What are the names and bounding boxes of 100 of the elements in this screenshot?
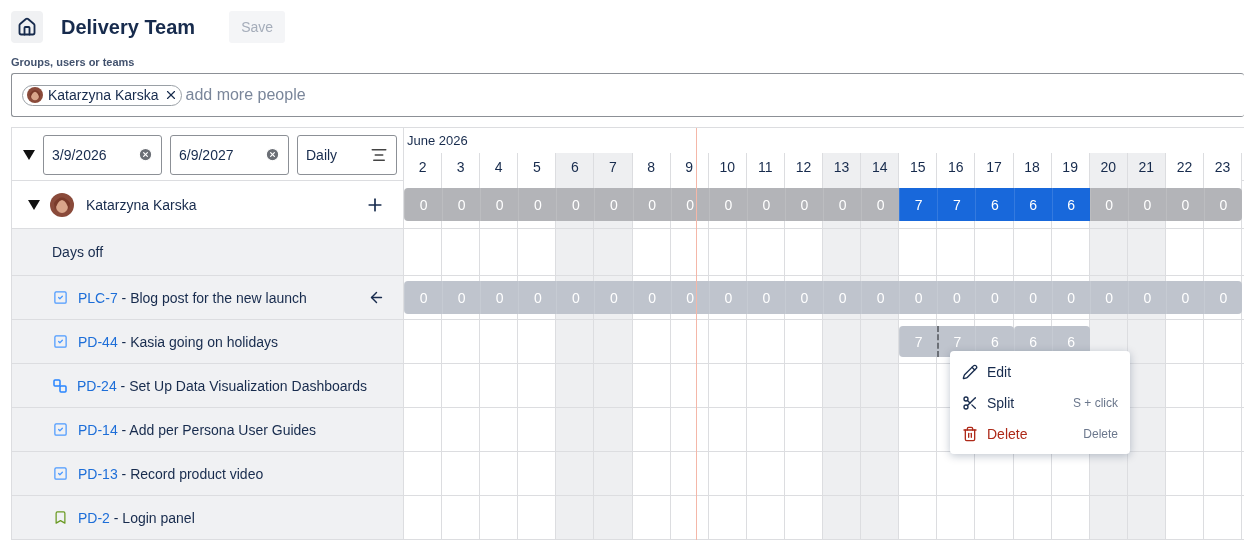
hours-bar[interactable]: 0: [404, 281, 443, 314]
hours-bar[interactable]: 7: [899, 326, 938, 357]
hours-bar[interactable]: 6: [1013, 188, 1052, 221]
home-icon: [17, 17, 37, 37]
hours-bar[interactable]: 0: [937, 281, 976, 314]
issue-title: PD-44 - Kasia going on holidays: [78, 333, 279, 350]
day-label: 4: [480, 153, 519, 181]
hours-bar[interactable]: 0: [975, 281, 1014, 314]
day-label: 13: [823, 153, 862, 181]
month-label: June 2026: [406, 132, 469, 150]
day-label: 19: [1051, 153, 1090, 181]
issue-key-link[interactable]: PD-13: [78, 465, 118, 482]
issue-key-link[interactable]: PD-24: [77, 377, 117, 394]
issue-key-link[interactable]: PD-44: [78, 333, 118, 350]
back-button[interactable]: [368, 289, 385, 306]
hours-bar[interactable]: 0: [1089, 188, 1128, 221]
hours-bar[interactable]: 0: [861, 281, 900, 314]
day-label: 15: [899, 153, 938, 181]
hours-bar[interactable]: 0: [746, 281, 785, 314]
hours-bar[interactable]: 0: [518, 188, 557, 221]
hours-bar[interactable]: 0: [1127, 281, 1166, 314]
checkbox-icon: [53, 422, 68, 437]
day-label: 6: [556, 153, 595, 181]
row-label: Days off: [52, 244, 105, 260]
issue-title: PD-14 - Add per Persona User Guides: [78, 421, 318, 438]
hours-bar[interactable]: 0: [632, 281, 671, 314]
people-field[interactable]: Katarzyna Karska add more people: [11, 73, 1244, 117]
pencil-icon: [962, 363, 978, 380]
issue-title: PD-24 - Set Up Data Visualization Dashboards: [77, 377, 368, 394]
day-label: 18: [1013, 153, 1052, 181]
day-label: 21: [1127, 153, 1166, 181]
hours-bar[interactable]: 0: [404, 188, 443, 221]
checkbox-icon: [53, 334, 68, 349]
hours-bar[interactable]: 0: [1203, 281, 1243, 314]
hours-bar[interactable]: 0: [708, 281, 747, 314]
end-date-field[interactable]: 6/9/2027: [170, 134, 289, 175]
scale-select[interactable]: Daily: [297, 134, 397, 175]
hours-bar[interactable]: 0: [823, 281, 862, 314]
checkbox-icon: [53, 290, 68, 305]
issue-title: PD-2 - Login panel: [78, 509, 196, 526]
hours-bar[interactable]: 0: [1089, 281, 1128, 314]
hours-bar[interactable]: 0: [1203, 188, 1243, 221]
home-button[interactable]: [11, 11, 43, 43]
hours-bar[interactable]: 0: [861, 188, 900, 221]
day-label: 5: [518, 153, 557, 181]
hours-bar[interactable]: 6: [975, 188, 1014, 221]
hours-bar[interactable]: 0: [823, 188, 862, 221]
hours-bar[interactable]: 0: [442, 281, 481, 314]
trash-icon: [962, 425, 978, 442]
hours-bar[interactable]: 0: [1165, 188, 1204, 221]
shortcut-hint: S + click: [1073, 395, 1118, 410]
person-name: Katarzyna Karska: [86, 196, 198, 213]
collapse-icon[interactable]: [23, 149, 35, 160]
hours-bar[interactable]: 7: [899, 188, 938, 221]
hours-bar[interactable]: 0: [518, 281, 557, 314]
hours-bar[interactable]: 6: [1051, 188, 1090, 221]
day-label: 23: [1203, 153, 1243, 181]
page-title: Delivery Team: [61, 15, 196, 39]
menu-item[interactable]: Delete Delete: [950, 418, 1130, 449]
subtask-icon: [53, 378, 67, 393]
hours-bar[interactable]: 0: [556, 281, 595, 314]
day-label: 11: [746, 153, 785, 181]
hours-bar[interactable]: 0: [784, 281, 824, 314]
menu-item[interactable]: Split S + click: [950, 387, 1130, 418]
menu-item[interactable]: Edit: [950, 356, 1130, 387]
issue-key-link[interactable]: PD-14: [78, 421, 118, 438]
hours-bar[interactable]: 0: [746, 188, 785, 221]
day-label: 22: [1165, 153, 1204, 181]
issue-key-link[interactable]: PLC-7: [78, 289, 118, 306]
avatar: [27, 87, 43, 103]
hours-bar[interactable]: 0: [1127, 188, 1166, 221]
hours-bar[interactable]: 0: [480, 281, 519, 314]
clear-icon[interactable]: [138, 147, 153, 162]
hours-bar[interactable]: 0: [1013, 281, 1052, 314]
day-label: 16: [937, 153, 976, 181]
hours-bar[interactable]: 0: [632, 188, 671, 221]
clear-icon[interactable]: [265, 147, 280, 162]
day-label: 8: [632, 153, 671, 181]
hours-bar[interactable]: 0: [442, 188, 481, 221]
day-label: 12: [784, 153, 824, 181]
scissors-icon: [962, 394, 978, 411]
hours-bar[interactable]: 0: [784, 188, 824, 221]
hours-bar[interactable]: 0: [708, 188, 747, 221]
hours-bar[interactable]: 0: [556, 188, 595, 221]
hours-bar[interactable]: 0: [899, 281, 938, 314]
avatar: [50, 192, 74, 217]
hours-bar[interactable]: 0: [594, 188, 633, 221]
day-label: 14: [861, 153, 900, 181]
hours-bar[interactable]: 0: [1051, 281, 1090, 314]
collapse-icon[interactable]: [28, 199, 40, 210]
hours-bar[interactable]: 0: [594, 281, 633, 314]
day-label: 17: [975, 153, 1014, 181]
issue-title: PLC-7 - Blog post for the new launch: [78, 289, 308, 306]
issue-key-link[interactable]: PD-2: [78, 509, 110, 526]
hours-bar[interactable]: 7: [937, 188, 976, 221]
day-label: 10: [708, 153, 747, 181]
hours-bar[interactable]: 0: [480, 188, 519, 221]
start-date-field[interactable]: 3/9/2026: [43, 134, 162, 175]
bookmark-icon: [53, 510, 68, 525]
hours-bar[interactable]: 0: [1165, 281, 1204, 314]
